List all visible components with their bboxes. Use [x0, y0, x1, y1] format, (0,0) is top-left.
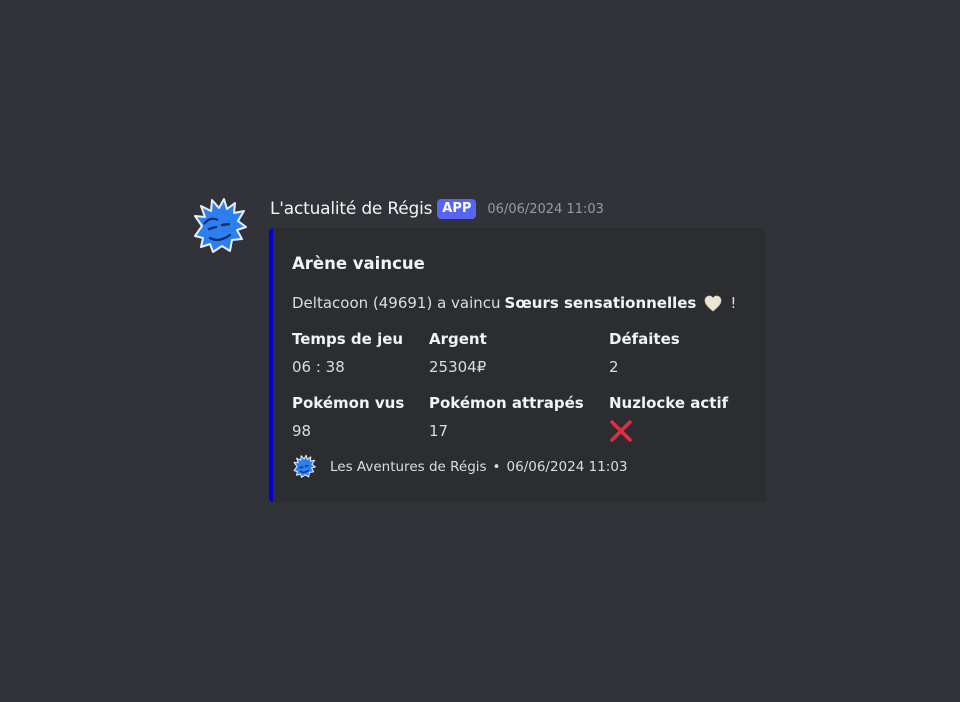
- bot-avatar-icon[interactable]: [192, 196, 248, 256]
- field-name: Pokémon attrapés: [429, 394, 584, 412]
- field-value: 17: [429, 422, 449, 440]
- field-defeats: Défaites 2: [609, 330, 680, 377]
- embed-card: Arène vaincue Deltacoon (49691) a vaincu…: [269, 228, 766, 502]
- description-text: Deltacoon (49691) a vaincu: [292, 294, 501, 312]
- field-name: Argent: [429, 330, 487, 348]
- description-bold-text: Sœurs sensationnelles: [504, 294, 697, 312]
- username[interactable]: L'actualité de Régis: [270, 199, 432, 219]
- cross-mark-icon: [610, 420, 632, 442]
- field-value: 06 : 38: [292, 358, 345, 376]
- field-value: [609, 419, 728, 443]
- description-suffix: !: [730, 294, 737, 312]
- embed-title: Arène vaincue: [292, 254, 425, 273]
- footer-avatar-icon: [293, 454, 316, 478]
- field-value: 25304₽: [429, 358, 487, 376]
- embed-description: Deltacoon (49691) a vaincu Sœurs sensati…: [292, 294, 736, 312]
- field-name: Défaites: [609, 330, 680, 348]
- footer-separator: •: [492, 458, 501, 475]
- footer-timestamp: 06/06/2024 11:03: [506, 458, 628, 475]
- message-timestamp: 06/06/2024 11:03: [487, 201, 604, 217]
- field-name: Temps de jeu: [292, 330, 404, 348]
- field-pokemon-caught: Pokémon attrapés 17: [429, 394, 584, 441]
- field-play-time: Temps de jeu 06 : 38: [292, 330, 403, 377]
- white-heart-icon: [704, 295, 722, 312]
- field-pokemon-seen: Pokémon vus 98: [292, 394, 404, 441]
- field-value: 98: [292, 422, 312, 440]
- field-money: Argent 25304₽: [429, 330, 487, 377]
- footer-text: Les Aventures de Régis: [330, 458, 487, 475]
- embed-footer: Les Aventures de Régis • 06/06/2024 11:0…: [292, 454, 628, 479]
- field-name: Nuzlocke actif: [609, 394, 729, 412]
- field-name: Pokémon vus: [292, 394, 405, 412]
- field-value: 2: [609, 358, 619, 376]
- app-badge: APP: [437, 199, 477, 219]
- field-nuzlocke: Nuzlocke actif: [609, 394, 728, 443]
- message-header: L'actualité de Régis APP 06/06/2024 11:0…: [270, 199, 604, 219]
